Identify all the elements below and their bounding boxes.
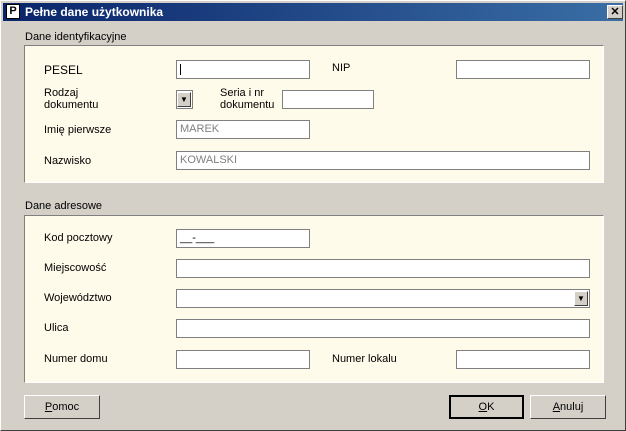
postal-code-field[interactable]: __-___: [176, 229, 310, 248]
address-section-title: Dane adresowe: [25, 200, 103, 212]
window-title: Pełne dane użytkownika: [25, 5, 164, 19]
last-name-field: KOWALSKI: [176, 151, 590, 170]
apartment-number-field[interactable]: [456, 350, 590, 369]
chevron-down-icon: ▼: [180, 95, 188, 104]
voivodeship-dropdown-button[interactable]: ▼: [574, 291, 588, 306]
pesel-field[interactable]: [176, 60, 310, 79]
chevron-down-icon: ▼: [577, 294, 585, 303]
title-bar[interactable]: P Pełne dane użytkownika ✕: [3, 3, 623, 21]
house-number-label: Numer domu: [44, 353, 108, 365]
doc-number-label: Seria i nr dokumentu: [220, 87, 275, 111]
house-number-field[interactable]: [176, 350, 310, 369]
postal-code-label: Kod pocztowy: [44, 232, 113, 244]
voivodeship-select[interactable]: ▼: [176, 289, 590, 308]
help-button[interactable]: Pomoc: [24, 395, 100, 419]
app-icon: P: [6, 4, 20, 19]
text-caret: [180, 63, 181, 75]
first-name-field: MAREK: [176, 120, 310, 139]
apartment-number-label: Numer lokalu: [332, 353, 397, 365]
nip-label: NIP: [332, 62, 351, 74]
last-name-label: Nazwisko: [44, 155, 92, 167]
close-icon: ✕: [610, 6, 620, 18]
nip-field[interactable]: [456, 60, 590, 79]
voivodeship-label: Województwo: [44, 292, 112, 304]
city-field[interactable]: [176, 259, 590, 278]
street-field[interactable]: [176, 319, 590, 338]
identification-section-title: Dane identyfikacyjne: [25, 31, 127, 43]
cancel-button[interactable]: Anuluj: [530, 395, 606, 419]
ok-button[interactable]: OK: [449, 395, 524, 419]
close-button[interactable]: ✕: [607, 5, 623, 19]
dialog-window: P Pełne dane użytkownika ✕ Dane identyfi…: [0, 0, 626, 431]
street-label: Ulica: [44, 322, 69, 334]
doc-type-label: Rodzaj dokumentu: [44, 87, 99, 111]
doc-type-dropdown-button[interactable]: ▼: [177, 92, 191, 107]
doc-number-field[interactable]: [282, 90, 374, 109]
doc-type-select[interactable]: ▼: [176, 90, 193, 109]
first-name-label: Imię pierwsze: [44, 124, 112, 136]
city-label: Miejscowość: [44, 262, 107, 274]
pesel-label: PESEL: [44, 63, 83, 77]
